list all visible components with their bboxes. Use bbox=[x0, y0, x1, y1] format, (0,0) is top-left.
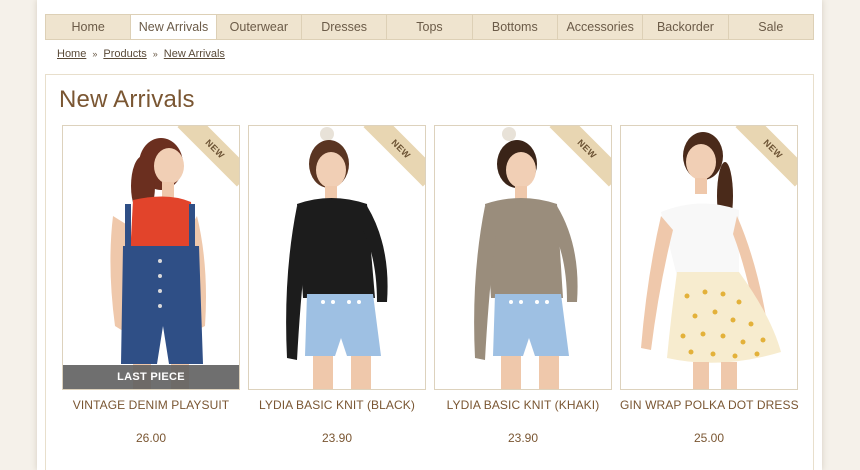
breadcrumb: Home » Products » New Arrivals bbox=[57, 48, 225, 60]
product-price: 23.90 bbox=[507, 431, 539, 445]
nav-item-outerwear[interactable]: Outerwear bbox=[217, 15, 302, 39]
product-card: NEW LAST PIECE VINTAGE DENIM PLAYSUIT 26… bbox=[62, 125, 240, 445]
page-container: Home New Arrivals Outerwear Dresses Tops… bbox=[37, 0, 822, 470]
breadcrumb-new-arrivals-link[interactable]: New Arrivals bbox=[164, 48, 225, 60]
product-card: NEW GIN WRAP POLKA DOT DRESS 25.00 bbox=[620, 125, 799, 445]
product-price: 26.00 bbox=[135, 431, 167, 445]
page-title: New Arrivals bbox=[59, 86, 195, 113]
nav-item-home[interactable]: Home bbox=[46, 15, 132, 39]
product-image[interactable]: NEW bbox=[248, 125, 426, 390]
breadcrumb-separator: » bbox=[92, 49, 98, 59]
nav-item-tops[interactable]: Tops bbox=[387, 15, 473, 39]
product-name[interactable]: LYDIA BASIC KNIT (KHAKI) bbox=[434, 398, 612, 412]
main-nav: Home New Arrivals Outerwear Dresses Tops… bbox=[45, 14, 814, 40]
nav-item-sale[interactable]: Sale bbox=[729, 15, 813, 39]
product-image[interactable]: NEW LAST PIECE bbox=[62, 125, 240, 390]
product-image[interactable]: NEW bbox=[434, 125, 612, 390]
model-black-knit-image bbox=[286, 127, 388, 389]
breadcrumb-home-link[interactable]: Home bbox=[57, 48, 86, 60]
nav-item-new-arrivals[interactable]: New Arrivals bbox=[131, 15, 217, 39]
product-name[interactable]: VINTAGE DENIM PLAYSUIT bbox=[62, 398, 240, 412]
product-price: 25.00 bbox=[693, 431, 725, 445]
product-name[interactable]: LYDIA BASIC KNIT (BLACK) bbox=[248, 398, 426, 412]
product-image[interactable]: NEW bbox=[620, 125, 798, 390]
product-listing: New Arrivals NEW LAST PIECE VINTAGE DENI… bbox=[45, 74, 814, 470]
product-card: NEW LYDIA BASIC KNIT (BLACK) 23.90 bbox=[248, 125, 426, 445]
nav-item-bottoms[interactable]: Bottoms bbox=[473, 15, 558, 39]
product-card: NEW LYDIA BASIC KNIT (KHAKI) 23.90 bbox=[434, 125, 612, 445]
nav-item-dresses[interactable]: Dresses bbox=[302, 15, 388, 39]
model-polka-dot-dress-image bbox=[641, 132, 781, 389]
model-denim-overalls-image bbox=[110, 138, 206, 389]
product-price: 23.90 bbox=[321, 431, 353, 445]
breadcrumb-separator: » bbox=[152, 49, 158, 59]
model-khaki-knit-image bbox=[474, 127, 578, 389]
nav-item-accessories[interactable]: Accessories bbox=[558, 15, 644, 39]
breadcrumb-products-link[interactable]: Products bbox=[103, 48, 146, 60]
last-piece-badge: LAST PIECE bbox=[63, 365, 239, 389]
product-name[interactable]: GIN WRAP POLKA DOT DRESS bbox=[620, 398, 799, 412]
nav-item-backorder[interactable]: Backorder bbox=[643, 15, 729, 39]
